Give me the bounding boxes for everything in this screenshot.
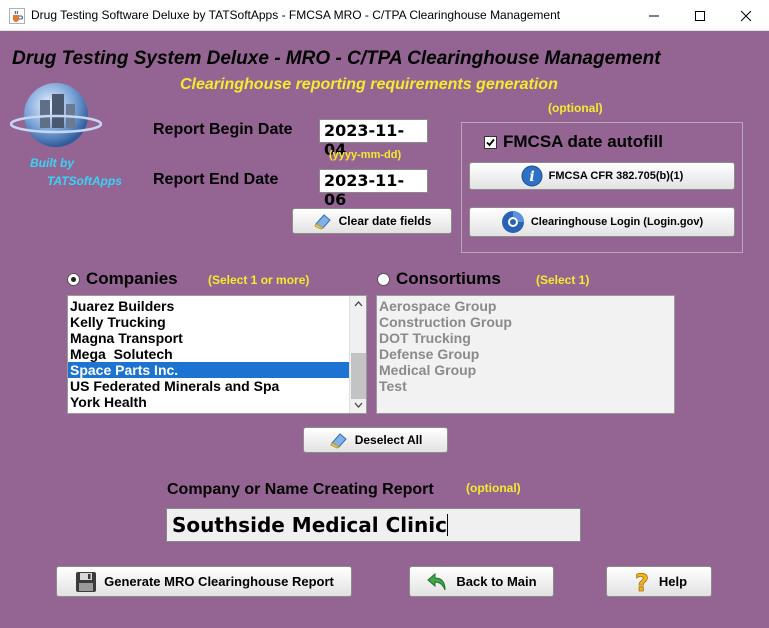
consortiums-hint: (Select 1) <box>536 273 590 287</box>
deselect-all-label: Deselect All <box>354 433 423 447</box>
company-item[interactable]: US Federated Minerals and Spa <box>68 378 349 394</box>
checkmark-icon <box>486 138 495 147</box>
companies-hint: (Select 1 or more) <box>208 273 310 287</box>
scroll-thumb[interactable] <box>351 353 366 399</box>
scroll-down-icon <box>354 402 363 408</box>
minimize-icon <box>649 15 659 17</box>
built-by-company: TATSoftApps <box>47 174 122 188</box>
help-button[interactable]: ? Help <box>606 566 712 597</box>
svg-text:i: i <box>529 169 534 185</box>
scroll-up-icon <box>354 301 363 307</box>
window-title: Drug Testing Software Deluxe by TATSoftA… <box>31 8 561 22</box>
company-item-selected[interactable]: Space Parts Inc. <box>68 362 349 378</box>
fmcsa-optional-label: (optional) <box>548 101 603 115</box>
eraser-icon <box>330 433 347 449</box>
fmcsa-autofill-label: FMCSA date autofill <box>503 132 663 151</box>
creator-name-value: Southside Medical Clinic <box>172 513 447 537</box>
consortium-item[interactable]: DOT Trucking <box>377 330 674 346</box>
fmcsa-autofill-checkbox[interactable] <box>484 136 497 149</box>
consortium-item[interactable]: Construction Group <box>377 314 674 330</box>
generate-report-button[interactable]: Generate MRO Clearinghouse Report <box>56 566 352 597</box>
consortium-item[interactable]: Medical Group <box>377 362 674 378</box>
built-by-label: Built by <box>30 156 74 170</box>
consortium-item[interactable]: Test <box>377 378 674 394</box>
back-arrow-icon <box>427 572 446 590</box>
fmcsa-cfr-button[interactable]: i FMCSA CFR 382.705(b)(1) <box>469 162 735 190</box>
creator-optional-label: (optional) <box>466 481 521 495</box>
back-to-main-button[interactable]: Back to Main <box>409 566 554 597</box>
app-title: Drug Testing System Deluxe - MRO - C/TPA… <box>12 48 661 69</box>
consortiums-radio[interactable] <box>377 273 390 286</box>
maximize-button[interactable] <box>677 0 723 31</box>
creator-label: Company or Name Creating Report <box>167 481 434 498</box>
creator-name-input[interactable]: Southside Medical Clinic <box>166 508 581 542</box>
company-item[interactable]: Magna Transport <box>68 330 349 346</box>
companies-label: Companies <box>86 269 178 288</box>
eraser-icon <box>313 214 331 230</box>
clearinghouse-login-button[interactable]: Clearinghouse Login (Login.gov) <box>469 207 735 237</box>
java-cup-icon <box>9 8 25 24</box>
fmcsa-cfr-label: FMCSA CFR 382.705(b)(1) <box>548 170 684 182</box>
clearinghouse-login-label: Clearinghouse Login (Login.gov) <box>530 216 704 228</box>
info-icon: i <box>521 165 543 187</box>
question-mark-icon: ? <box>635 570 650 594</box>
consortiums-label: Consortiums <box>396 269 501 288</box>
consortiums-list[interactable]: Aerospace Group Construction Group DOT T… <box>376 295 675 414</box>
end-date-label: Report End Date <box>153 171 279 188</box>
save-disk-icon <box>76 571 97 592</box>
date-format-hint: (yyyy-mm-dd) <box>329 149 402 161</box>
company-item[interactable]: Mega Solutech <box>68 346 349 362</box>
maximize-icon <box>695 11 705 21</box>
clear-dates-button[interactable]: Clear date fields <box>292 208 452 234</box>
text-caret <box>446 514 448 536</box>
consortium-item[interactable]: Defense Group <box>377 346 674 362</box>
svg-text:?: ? <box>635 570 649 594</box>
close-icon <box>740 10 752 22</box>
company-item[interactable]: Kelly Trucking <box>68 314 349 330</box>
minimize-button[interactable] <box>631 0 677 31</box>
back-to-main-label: Back to Main <box>456 574 537 589</box>
app-window: Drug Testing Software Deluxe by TATSoftA… <box>0 0 769 628</box>
company-item[interactable]: York Health <box>68 394 349 410</box>
close-button[interactable] <box>723 0 769 31</box>
title-bar[interactable]: Drug Testing Software Deluxe by TATSoftA… <box>0 0 769 31</box>
help-label: Help <box>658 574 688 589</box>
companies-list[interactable]: Juarez Builders Kelly Trucking Magna Tra… <box>67 295 367 414</box>
globe-logo-icon <box>10 83 102 147</box>
generate-report-label: Generate MRO Clearinghouse Report <box>104 574 334 589</box>
companies-radio[interactable] <box>67 273 80 286</box>
consortium-item[interactable]: Aerospace Group <box>377 298 674 314</box>
begin-date-label: Report Begin Date <box>153 121 293 138</box>
browser-icon <box>501 211 524 233</box>
end-date-field[interactable]: 2023-11-06 <box>319 169 428 209</box>
clear-dates-label: Clear date fields <box>338 214 432 228</box>
companies-scrollbar[interactable] <box>349 296 366 413</box>
company-item[interactable]: Juarez Builders <box>68 298 349 314</box>
deselect-all-button[interactable]: Deselect All <box>303 427 448 453</box>
app-subtitle: Clearinghouse reporting requirements gen… <box>180 76 558 93</box>
begin-date-field[interactable]: 2023-11-04 <box>319 119 428 159</box>
